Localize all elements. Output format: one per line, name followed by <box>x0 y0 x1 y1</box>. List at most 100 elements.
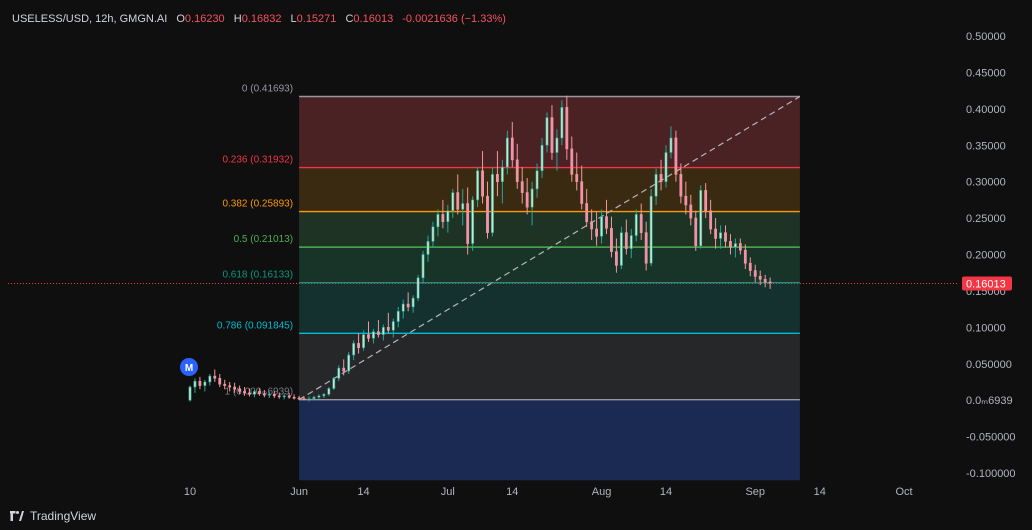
candle-body[interactable] <box>605 216 608 229</box>
candle-body[interactable] <box>540 144 544 172</box>
candle-body[interactable] <box>357 343 360 349</box>
candle-body[interactable] <box>302 398 306 401</box>
candle-body[interactable] <box>738 243 742 251</box>
tradingview-brand[interactable]: TradingView <box>10 509 96 523</box>
candle-body[interactable] <box>590 221 594 230</box>
candle-body[interactable] <box>282 395 286 398</box>
candle-body[interactable] <box>367 334 370 339</box>
candle-body[interactable] <box>461 203 465 210</box>
candle-body[interactable] <box>515 159 519 182</box>
candle-body[interactable] <box>535 170 539 190</box>
candle-body[interactable] <box>203 381 207 386</box>
candle-body[interactable] <box>714 228 717 239</box>
candle-body[interactable] <box>441 214 445 223</box>
candle-body[interactable] <box>198 380 202 386</box>
candle-body[interactable] <box>520 181 524 193</box>
candle-body[interactable] <box>307 398 311 401</box>
candle-body[interactable] <box>401 303 405 312</box>
candle-body[interactable] <box>292 396 296 399</box>
candle-body[interactable] <box>481 170 484 197</box>
candle-body[interactable] <box>436 214 440 228</box>
candle-body[interactable] <box>684 195 688 206</box>
candle-body[interactable] <box>272 394 276 397</box>
candle-body[interactable] <box>550 117 554 153</box>
candle-body[interactable] <box>253 391 256 395</box>
candle-body[interactable] <box>510 137 514 161</box>
chart-area[interactable]: 0 (0.41693) 0.236 (0.31932) 0.382 (0.25893… <box>0 0 1032 530</box>
candle-body[interactable] <box>312 396 316 400</box>
candle-body[interactable] <box>421 254 425 279</box>
candle-body[interactable] <box>758 276 762 280</box>
candle-body[interactable] <box>639 214 643 233</box>
candle-body[interactable] <box>669 137 673 153</box>
candle-body[interactable] <box>644 232 648 264</box>
candle-body[interactable] <box>575 174 579 182</box>
candle-body[interactable] <box>704 190 708 212</box>
candle-body[interactable] <box>694 217 698 247</box>
candle-body[interactable] <box>486 195 489 233</box>
candle-body[interactable] <box>377 331 380 335</box>
candle-body[interactable] <box>391 321 395 331</box>
candle-body[interactable] <box>193 380 197 388</box>
candle-body[interactable] <box>287 395 291 398</box>
candle-body[interactable] <box>476 170 479 201</box>
candle-body[interactable] <box>545 117 549 146</box>
candle-body[interactable] <box>600 216 603 237</box>
candle-body[interactable] <box>372 331 375 339</box>
candle-body[interactable] <box>431 226 435 242</box>
candle-body[interactable] <box>451 192 455 212</box>
candle-body[interactable] <box>505 137 509 168</box>
candle-body[interactable] <box>748 262 752 271</box>
symbol-title[interactable]: USELESS/USD, 12h, GMGN.AI <box>12 13 167 25</box>
candle-body[interactable] <box>188 386 192 401</box>
candle-body[interactable] <box>679 174 683 197</box>
candle-body[interactable] <box>530 188 534 208</box>
candle-body[interactable] <box>555 137 559 153</box>
candle-body[interactable] <box>406 303 410 308</box>
candle-body[interactable] <box>629 235 633 249</box>
candle-body[interactable] <box>332 378 336 389</box>
candle-body[interactable] <box>262 393 266 396</box>
candle-body[interactable] <box>297 397 301 400</box>
candle-body[interactable] <box>699 190 703 247</box>
candle-body[interactable] <box>381 327 385 335</box>
candle-body[interactable] <box>213 375 217 379</box>
candle-body[interactable] <box>496 174 499 182</box>
candle-body[interactable] <box>610 227 613 252</box>
candle-body[interactable] <box>659 174 663 182</box>
candle-body[interactable] <box>248 392 251 395</box>
candle-body[interactable] <box>228 385 232 388</box>
candle-body[interactable] <box>649 195 653 264</box>
candle-body[interactable] <box>560 107 564 139</box>
candle-body[interactable] <box>525 192 529 208</box>
candle-body[interactable] <box>471 199 475 244</box>
candlestick-chart[interactable]: 0 (0.41693) 0.236 (0.31932) 0.382 (0.25893… <box>0 0 1032 530</box>
candle-body[interactable] <box>580 181 584 204</box>
candle-body[interactable] <box>258 391 261 394</box>
candle-body[interactable] <box>352 343 356 356</box>
candle-body[interactable] <box>565 107 569 150</box>
candle-body[interactable] <box>396 311 400 322</box>
candle-body[interactable] <box>337 367 341 379</box>
candle-body[interactable] <box>456 192 460 210</box>
candle-body[interactable] <box>743 249 747 264</box>
candle-body[interactable] <box>347 354 351 372</box>
candle-body[interactable] <box>233 386 237 390</box>
candle-body[interactable] <box>491 174 494 233</box>
candle-body[interactable] <box>466 203 470 244</box>
candle-body[interactable] <box>238 388 241 392</box>
candle-body[interactable] <box>709 210 713 230</box>
candle-body[interactable] <box>243 391 246 394</box>
candle-body[interactable] <box>724 232 727 242</box>
candle-body[interactable] <box>719 232 722 239</box>
candle-body[interactable] <box>416 277 420 299</box>
candle-body[interactable] <box>208 375 212 383</box>
candle-body[interactable] <box>674 137 678 175</box>
candle-body[interactable] <box>322 394 326 397</box>
candle-body[interactable] <box>426 241 430 255</box>
candle-body[interactable] <box>585 203 589 223</box>
candle-body[interactable] <box>446 210 450 223</box>
candle-body[interactable] <box>763 278 767 283</box>
candle-body[interactable] <box>615 251 618 266</box>
candle-body[interactable] <box>386 327 390 331</box>
